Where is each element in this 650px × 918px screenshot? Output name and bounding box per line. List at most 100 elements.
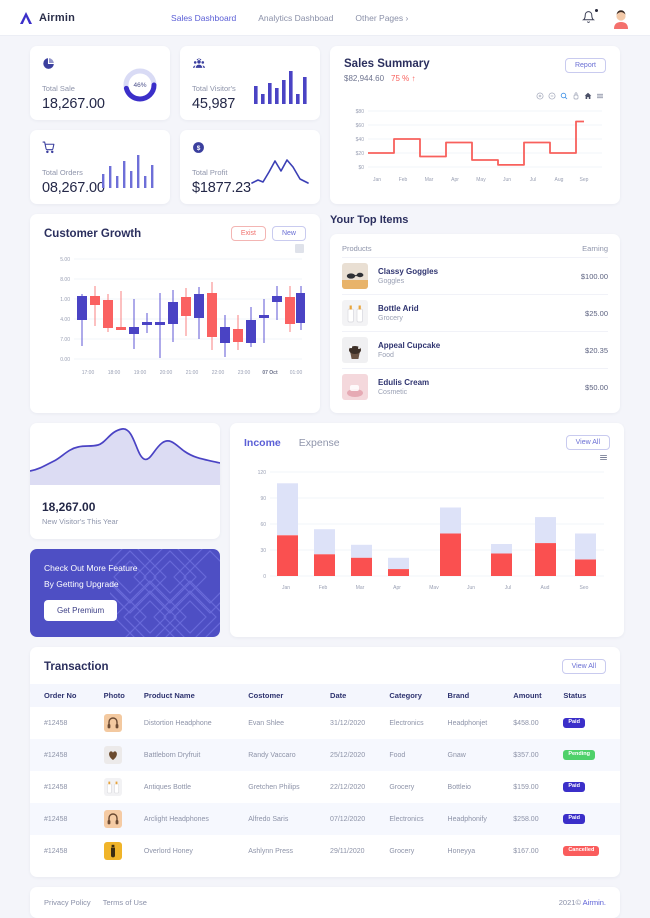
- nav-item-sales-dashboard[interactable]: Sales Dashboard: [171, 13, 236, 23]
- cell-product-name: Overlord Honey: [143, 847, 193, 855]
- cell-status: Paid: [559, 771, 620, 803]
- tab-income[interactable]: Income: [244, 437, 281, 449]
- transaction-table: Order No Photo Product Name Costomer Dat…: [30, 684, 620, 867]
- cell-status: Paid: [559, 803, 620, 835]
- cell-order-no: #12458: [44, 751, 68, 759]
- stat-card-total-profit[interactable]: $ Total Profit $1877.23: [180, 130, 320, 204]
- new-visitors-body: 18,267.00 New Visitor's This Year: [30, 490, 220, 539]
- menu-icon[interactable]: [596, 87, 604, 105]
- stat-row-bottom: Total Orders 08,267.00 $ Total Profit $1…: [30, 130, 320, 204]
- transaction-header: Transaction View All: [30, 659, 620, 684]
- svg-text:Feb: Feb: [399, 177, 408, 183]
- footer-brand[interactable]: Airmin.: [583, 898, 606, 907]
- product-earning: $50.00: [585, 382, 608, 392]
- svg-text:5.00: 5.00: [60, 257, 70, 263]
- stat-card-total-sale[interactable]: Total Sale 18,267.00 46%: [30, 46, 170, 120]
- zoom-in-icon[interactable]: [536, 87, 544, 105]
- nav-item-other-pages[interactable]: Other Pages: [355, 13, 408, 23]
- cell-photo: [100, 771, 140, 803]
- status-badge: Paid: [563, 813, 585, 825]
- copyright: 2021© Airmin.: [559, 898, 606, 907]
- income-expense-stacked-bars: 120 90 60 30 0 Jan Feb Mar Apr Mav Jun J…: [244, 462, 610, 599]
- table-row[interactable]: #12458 Battleborn Dryfruit Randy Vaccaro…: [30, 739, 620, 771]
- svg-text:Jan: Jan: [373, 177, 381, 183]
- terms-of-use-link[interactable]: Terms of Use: [103, 898, 147, 907]
- product-text: Edulis Cream Cosmetic: [378, 378, 429, 396]
- promo-line-2: By Getting Upgrade: [44, 579, 119, 589]
- svg-text:Apr: Apr: [393, 585, 401, 591]
- main-nav: Sales Dashboard Analytics Dashboad Other…: [171, 13, 408, 23]
- customer-growth-header: Customer Growth Exist New: [44, 226, 306, 241]
- cell-photo: [100, 835, 140, 867]
- cell-order-no: #12458: [44, 815, 68, 823]
- cell-amount: $258.00: [513, 815, 539, 823]
- product-thumbnail-cupcake: [342, 337, 368, 363]
- col-date[interactable]: Date: [326, 684, 386, 707]
- stat-card-total-orders[interactable]: Total Orders 08,267.00: [30, 130, 170, 204]
- table-row[interactable]: #12458 Overlord Honey Ashlynn Press 29/1…: [30, 835, 620, 867]
- list-item[interactable]: Bottle Arid Grocery $25.00: [342, 294, 608, 331]
- brand-logo[interactable]: Airmin: [18, 10, 75, 26]
- svg-text:20:00: 20:00: [160, 370, 173, 376]
- topbar-actions: [582, 6, 632, 29]
- zoom-out-icon[interactable]: [548, 87, 556, 105]
- product-thumbnail-cream: [342, 374, 368, 400]
- customer-growth-candlestick: 5.00 8.00 1.00 4.00 7.00 0.00 17:00 18:0…: [44, 253, 306, 386]
- col-customer[interactable]: Costomer: [244, 684, 327, 707]
- svg-text:19:00: 19:00: [134, 370, 147, 376]
- transaction-title: Transaction: [44, 660, 109, 673]
- income-expense-menu-icon[interactable]: [244, 453, 608, 462]
- list-item[interactable]: Edulis Cream Cosmetic $50.00: [342, 368, 608, 405]
- table-row[interactable]: #12458 Arclight Headphones Alfredo Saris…: [30, 803, 620, 835]
- new-visitors-area-chart: [30, 423, 220, 490]
- svg-text:Jul: Jul: [530, 177, 536, 183]
- avatar[interactable]: [610, 6, 632, 29]
- col-amount[interactable]: Amount: [509, 684, 560, 707]
- col-brand[interactable]: Brand: [443, 684, 510, 707]
- table-row[interactable]: #12458 Antiques Bottle Gretchen Philips …: [30, 771, 620, 803]
- col-photo[interactable]: Photo: [99, 684, 140, 707]
- selection-zoom-icon[interactable]: [560, 87, 568, 105]
- tab-expense[interactable]: Expense: [299, 437, 340, 449]
- stat-cards-grid: Total Sale 18,267.00 46% Total Visitor's…: [30, 46, 320, 204]
- view-all-button[interactable]: View All: [565, 435, 610, 450]
- promo-upgrade-banner: Check Out More Feature By Getting Upgrad…: [30, 549, 220, 637]
- home-reset-icon[interactable]: [584, 87, 592, 105]
- privacy-policy-link[interactable]: Privacy Policy: [44, 898, 91, 907]
- svg-text:$0: $0: [358, 165, 364, 171]
- customer-growth-menu-icon[interactable]: [44, 244, 304, 253]
- list-item[interactable]: Classy Goggles Goggles $100.00: [342, 257, 608, 294]
- cell-amount: $458.00: [513, 719, 539, 727]
- table-header: Order No Photo Product Name Costomer Dat…: [30, 684, 620, 707]
- product-category: Food: [378, 352, 394, 359]
- status-badge: Pending: [563, 749, 596, 761]
- customer-growth-card: Customer Growth Exist New 5.00 8.00 1.00…: [30, 214, 320, 413]
- svg-text:Jun: Jun: [467, 585, 475, 591]
- list-item[interactable]: Appeal Cupcake Food $20.35: [342, 331, 608, 368]
- cell-customer: Evan Shlee: [248, 719, 285, 727]
- svg-text:$40: $40: [356, 137, 365, 143]
- cell-photo: [100, 803, 140, 835]
- report-button[interactable]: Report: [564, 58, 606, 73]
- pan-icon[interactable]: [572, 87, 580, 105]
- cell-order-no: #12458: [44, 847, 68, 855]
- col-product-name[interactable]: Product Name: [139, 684, 245, 707]
- cell-brand: Gnaw: [447, 751, 466, 759]
- nav-item-analytics-dashboard[interactable]: Analytics Dashboad: [258, 13, 333, 23]
- svg-text:46%: 46%: [133, 82, 146, 89]
- col-order-no[interactable]: Order No: [30, 684, 100, 707]
- product-thumbnail-dryfruit: [103, 746, 122, 764]
- get-premium-button[interactable]: Get Premium: [44, 600, 118, 621]
- product-earning: $100.00: [580, 271, 608, 281]
- col-status[interactable]: Status: [559, 684, 620, 707]
- col-category[interactable]: Category: [385, 684, 444, 707]
- svg-text:120: 120: [258, 470, 267, 476]
- stat-card-total-visitors[interactable]: Total Visitor's 45,987: [180, 46, 320, 120]
- exist-button[interactable]: Exist: [230, 226, 266, 241]
- table-row[interactable]: #12458 Distortion Headphone Evan Shlee 3…: [30, 707, 620, 739]
- notification-bell-icon[interactable]: [582, 8, 598, 26]
- cell-brand: Headphonify: [447, 815, 487, 823]
- new-button[interactable]: New: [271, 226, 306, 241]
- transaction-view-all-button[interactable]: View All: [561, 659, 606, 674]
- svg-text:1.00: 1.00: [60, 297, 70, 303]
